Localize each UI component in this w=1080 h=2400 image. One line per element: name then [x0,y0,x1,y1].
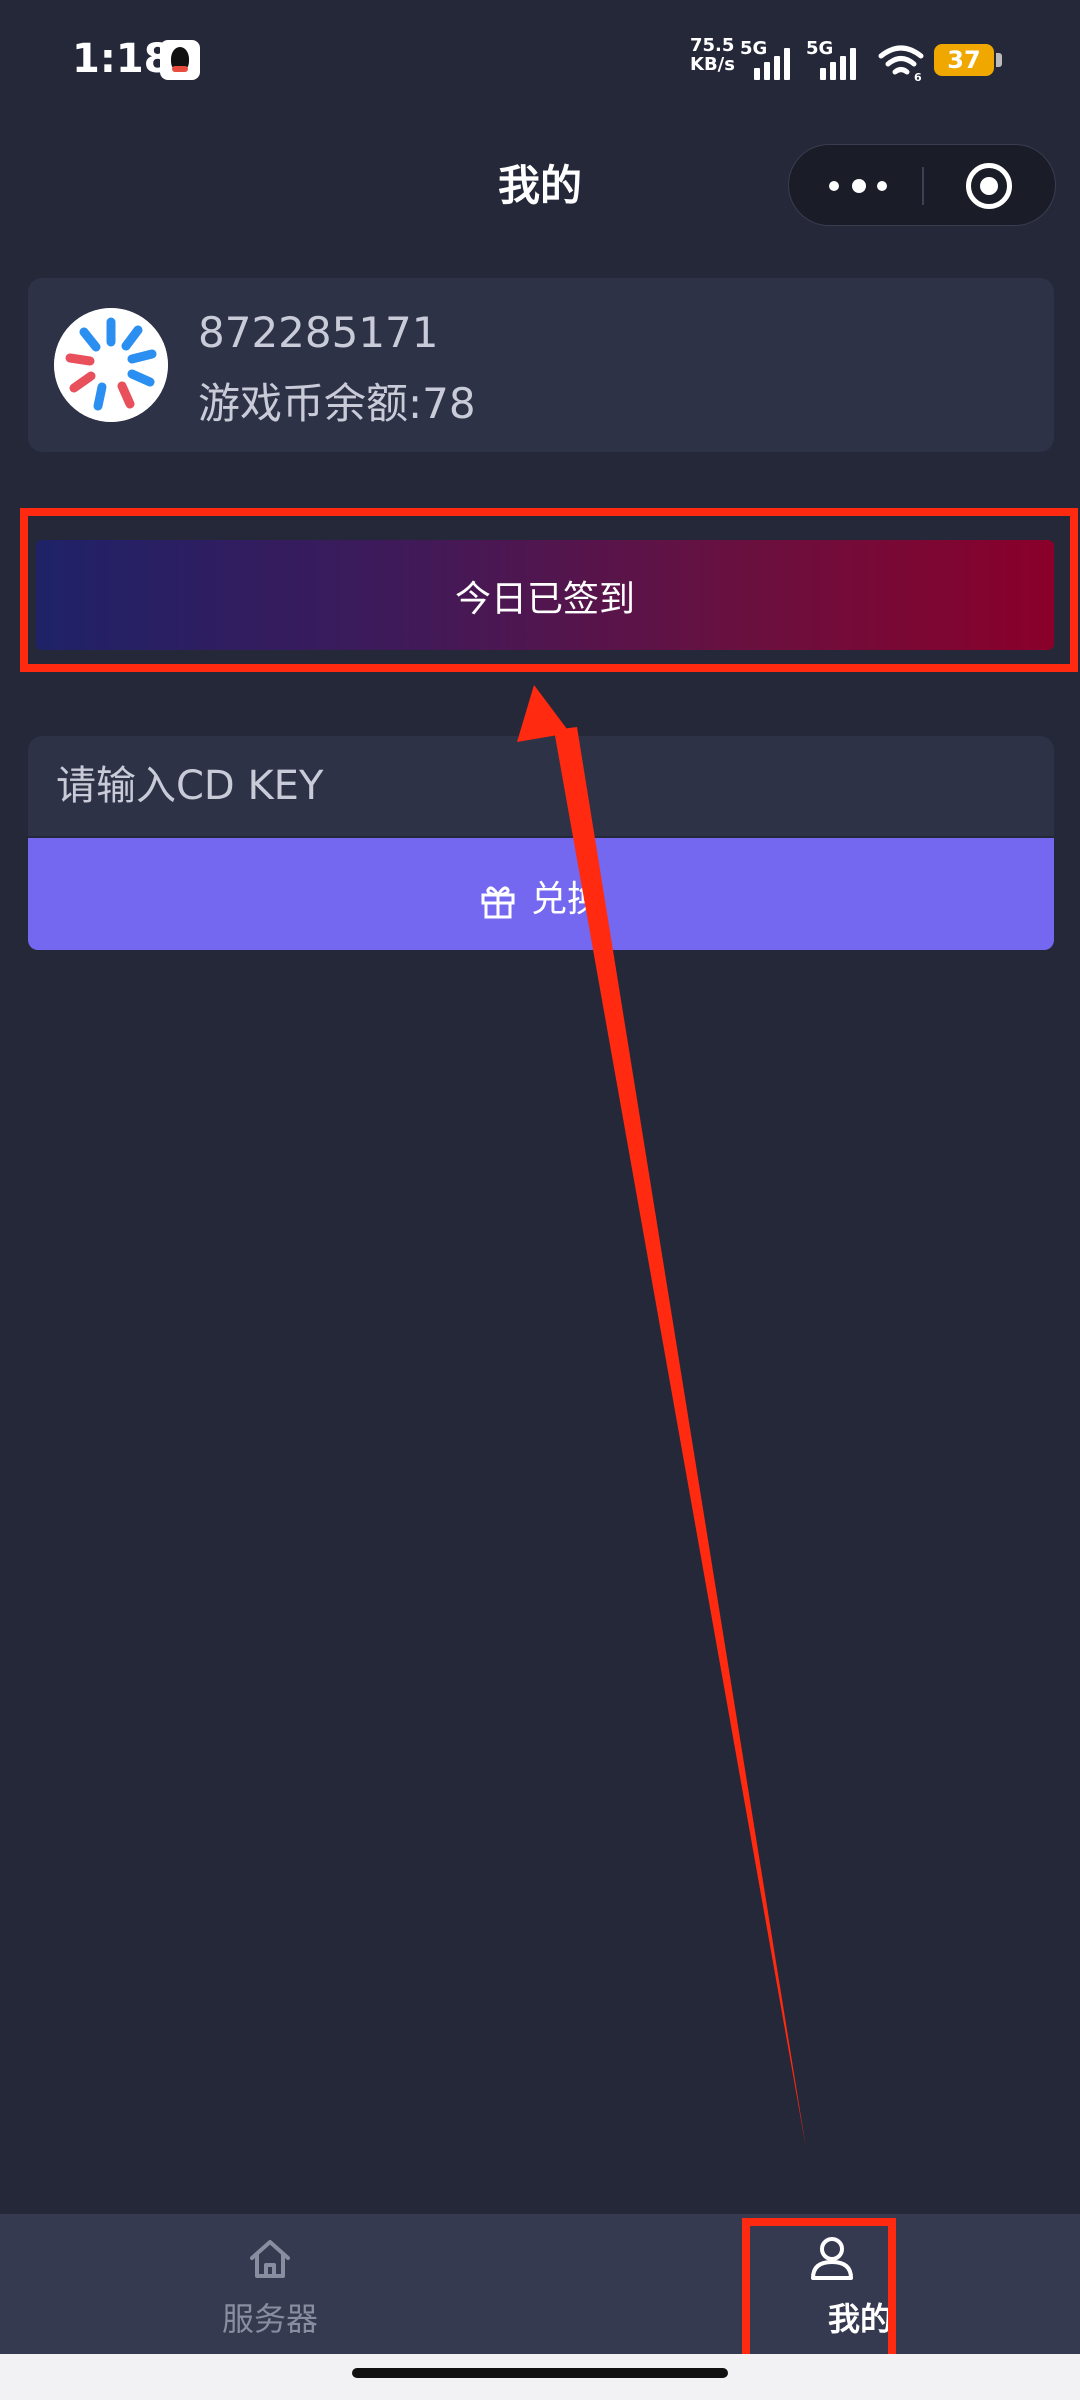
bottom-nav: 服务器 我的 [0,2214,1080,2354]
target-icon[interactable] [966,163,1012,209]
home-indicator[interactable] [352,2368,728,2378]
user-id: 872285171 [198,308,439,357]
coin-balance: 游戏币余额:78 [198,379,476,428]
battery-icon: 37 [934,44,994,76]
cdkey-field[interactable] [28,736,1054,836]
redeem-label: 兑换 [530,879,603,920]
gesture-area [0,2354,1080,2400]
signal-label: 5G [806,38,834,59]
redeem-button[interactable]: 兑换 [28,838,1054,950]
network-speed-unit: KB/s [690,54,735,75]
avatar [54,308,168,422]
wifi-icon: 6 [878,45,924,82]
battery-cap [996,53,1002,67]
nav-item-servers[interactable]: 服务器 [0,2214,540,2354]
miniprogram-capsule [788,144,1056,226]
network-speed: 75.5 KB/s [690,36,735,74]
profile-card: 872285171 游戏币余额:78 [28,278,1054,452]
capsule-divider [922,167,924,205]
qq-icon [160,40,200,80]
network-speed-value: 75.5 [690,35,735,56]
status-bar: 1:18 75.5 KB/s 5G 5G 6 37 [0,0,1080,130]
battery-level: 37 [947,46,981,74]
wifi-badge: 6 [914,71,922,82]
annotation-highlight-checkin [20,508,1078,672]
nav-label-servers: 服务器 [221,2300,318,2338]
home-icon [250,2240,290,2278]
more-icon[interactable] [825,161,889,209]
gift-icon [481,886,515,919]
annotation-highlight-mine-tab [742,2218,896,2362]
status-time: 1:18 [72,36,172,82]
signal-label: 5G [740,38,768,59]
redeem-content: 兑换 [28,870,1054,922]
cdkey-input[interactable] [56,736,1036,836]
